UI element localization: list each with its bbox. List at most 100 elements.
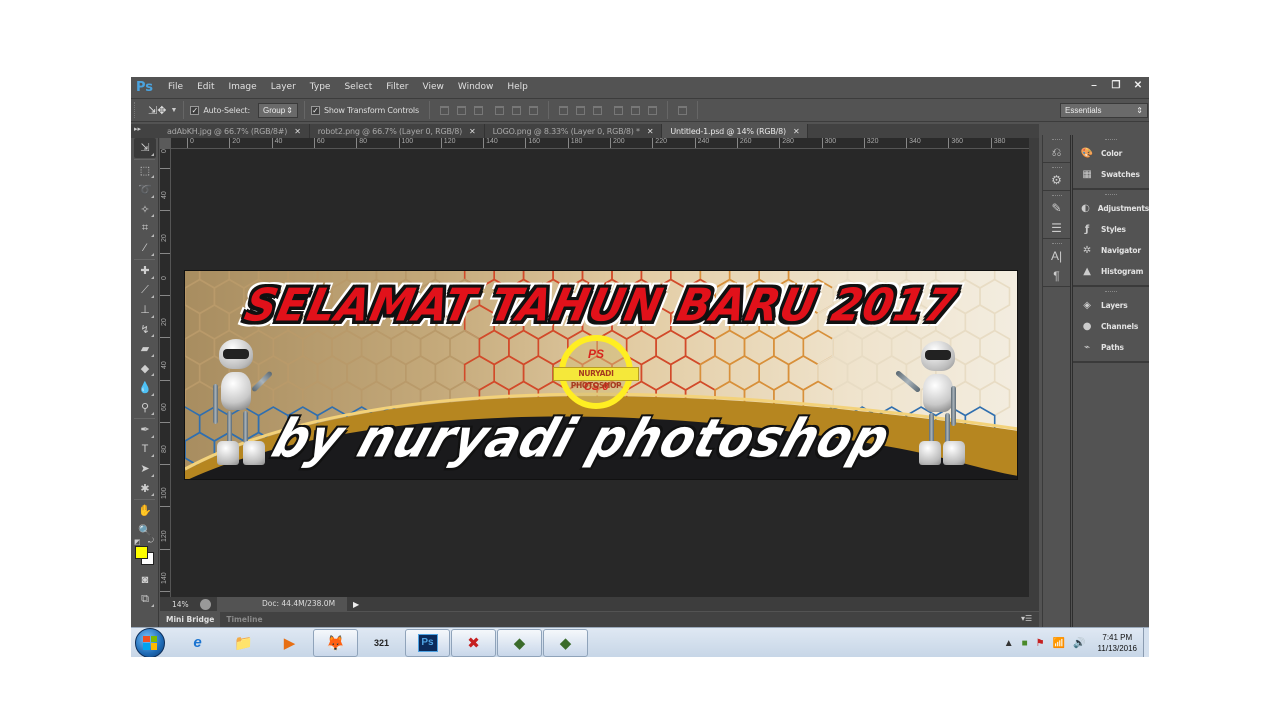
auto-align-layers-icon[interactable] <box>677 105 687 115</box>
close-icon[interactable]: ✕ <box>294 127 301 136</box>
swap-colors-icon[interactable]: ⤾ <box>148 538 154 546</box>
show-desktop-button[interactable] <box>1143 628 1149 657</box>
magic-wand-tool-icon[interactable]: ✧ <box>134 200 156 220</box>
eyedropper-tool-icon[interactable]: ⁄ <box>134 239 156 259</box>
close-icon[interactable]: ✕ <box>647 127 654 136</box>
close-button[interactable]: ✕ <box>1127 77 1149 93</box>
ruler-origin[interactable] <box>160 138 171 149</box>
history-brush-tool-icon[interactable]: ↯ <box>134 320 156 340</box>
vertical-scrollbar[interactable] <box>1029 138 1039 597</box>
group-grip[interactable] <box>1051 167 1062 168</box>
panel-color[interactable]: 🎨 Color <box>1073 143 1149 164</box>
blur-tool-icon[interactable]: 💧 <box>134 378 156 398</box>
tab-mini-bridge[interactable]: Mini Bridge <box>160 612 221 627</box>
move-tool-icon[interactable]: ⇲ <box>134 138 156 158</box>
tab-untitled-1-psd[interactable]: Untitled-1.psd @ 14% (RGB/8) ✕ <box>662 124 809 138</box>
panel-histogram[interactable]: ▲ Histogram <box>1073 261 1149 282</box>
menu-layer[interactable]: Layer <box>264 82 303 92</box>
align-right-edges-icon[interactable] <box>528 105 538 115</box>
distribute-vertical-centers-icon[interactable] <box>575 105 585 115</box>
canvas-area[interactable]: SELAMAT TAHUN BARU 2017 PS CS 6 NURYADI … <box>171 149 1029 597</box>
quick-mask-icon[interactable]: ◙ <box>134 570 156 590</box>
media-player-icon[interactable]: ▶ <box>267 629 312 657</box>
close-icon[interactable]: ✕ <box>469 127 476 136</box>
align-vertical-centers-icon[interactable] <box>456 105 466 115</box>
auto-select-checkbox[interactable]: ✓ <box>190 105 200 115</box>
status-info-icon[interactable] <box>200 598 211 610</box>
group-grip[interactable] <box>1105 139 1117 140</box>
tab-robot2-png[interactable]: robot2.png @ 66.7% (Layer 0, RGB/8) ✕ <box>309 124 485 138</box>
group-grip[interactable] <box>1051 243 1062 244</box>
group-grip[interactable] <box>1051 195 1062 196</box>
move-tool-icon[interactable]: ⇲✥ <box>148 104 166 117</box>
show-transform-checkbox[interactable]: ✓ <box>310 105 320 115</box>
menu-image[interactable]: Image <box>222 82 264 92</box>
group-grip[interactable] <box>1105 194 1117 195</box>
zoom-level-field[interactable]: 14% <box>160 600 190 609</box>
default-colors-icon[interactable]: ◩ <box>134 538 141 546</box>
panel-navigator[interactable]: ✲ Navigator <box>1073 240 1149 261</box>
menu-help[interactable]: Help <box>500 82 535 92</box>
properties-panel-icon[interactable]: ⚙ <box>1043 170 1070 190</box>
internet-explorer-icon[interactable]: e <box>175 629 220 657</box>
align-left-edges-icon[interactable] <box>494 105 504 115</box>
pen-tool-icon[interactable]: ✒ <box>134 420 156 440</box>
volume-icon[interactable]: 🔊 <box>1073 638 1085 649</box>
eraser-tool-icon[interactable]: ▰ <box>134 339 156 359</box>
custom-shape-tool-icon[interactable]: ✱ <box>134 479 156 499</box>
dodge-tool-icon[interactable]: ⚲ <box>134 398 156 418</box>
panel-menu-icon[interactable]: ▾☰ <box>1021 614 1032 623</box>
marquee-tool-icon[interactable]: ⬚ <box>134 161 156 181</box>
network-icon[interactable]: 📶 <box>1053 638 1065 649</box>
menu-type[interactable]: Type <box>303 82 338 92</box>
menu-select[interactable]: Select <box>337 82 379 92</box>
tab-timeline[interactable]: Timeline <box>220 612 268 627</box>
lasso-tool-icon[interactable]: ➰ <box>134 180 156 200</box>
options-grip[interactable] <box>134 102 138 118</box>
vertical-ruler[interactable]: 0 40 20 0 20 40 60 80 100 120 140 <box>160 149 171 597</box>
foreground-color[interactable] <box>135 546 148 559</box>
healing-brush-tool-icon[interactable]: ✚ <box>134 261 156 281</box>
distribute-bottom-edges-icon[interactable] <box>592 105 602 115</box>
distribute-left-edges-icon[interactable] <box>613 105 623 115</box>
history-panel-icon[interactable]: ⎌ <box>1043 142 1070 162</box>
windows-explorer-icon[interactable]: 📁 <box>221 629 266 657</box>
brush-panel-icon[interactable]: ☰ <box>1043 218 1070 238</box>
menu-view[interactable]: View <box>416 82 451 92</box>
align-horizontal-centers-icon[interactable] <box>511 105 521 115</box>
terminal-app-icon[interactable]: ◆ <box>497 628 542 657</box>
menu-edit[interactable]: Edit <box>190 82 221 92</box>
distribute-top-edges-icon[interactable] <box>558 105 568 115</box>
menu-window[interactable]: Window <box>451 82 501 92</box>
panel-channels[interactable]: ● Channels <box>1073 316 1149 337</box>
panel-paths[interactable]: ⌁ Paths <box>1073 337 1149 358</box>
close-icon[interactable]: ✕ <box>793 127 800 136</box>
tab-logo-png[interactable]: LOGO.png @ 8.33% (Layer 0, RGB/8) * ✕ <box>484 124 663 138</box>
distribute-horizontal-centers-icon[interactable] <box>630 105 640 115</box>
panel-styles[interactable]: ƒ Styles <box>1073 219 1149 240</box>
paragraph-panel-icon[interactable]: ¶ <box>1043 266 1070 286</box>
start-button[interactable] <box>135 627 165 657</box>
hand-tool-icon[interactable]: ✋ <box>134 501 156 521</box>
brush-presets-panel-icon[interactable]: ✎ <box>1043 198 1070 218</box>
distribute-right-edges-icon[interactable] <box>647 105 657 115</box>
crop-tool-icon[interactable]: ⌗ <box>134 219 156 239</box>
brush-tool-icon[interactable]: ⟋ <box>134 281 156 301</box>
banner-image[interactable]: SELAMAT TAHUN BARU 2017 PS CS 6 NURYADI … <box>184 270 1018 480</box>
restore-button[interactable]: ❐ <box>1105 77 1127 93</box>
panel-adjustments[interactable]: ◐ Adjustments <box>1073 198 1149 219</box>
workspace-select[interactable]: Essentials ⇕ <box>1060 103 1148 118</box>
group-grip[interactable] <box>1051 139 1062 140</box>
menu-filter[interactable]: Filter <box>379 82 415 92</box>
collapse-toolbar-icon[interactable]: ▸▸ <box>131 124 159 138</box>
screen-mode-icon[interactable]: ⧉ <box>134 590 156 610</box>
panel-layers[interactable]: ◈ Layers <box>1073 295 1149 316</box>
show-hidden-icons-icon[interactable]: ▲ <box>1004 638 1014 649</box>
align-top-edges-icon[interactable] <box>439 105 449 115</box>
clock[interactable]: 7:41 PM 11/13/2016 <box>1098 632 1137 654</box>
group-grip[interactable] <box>1105 291 1117 292</box>
horizontal-ruler[interactable]: 0 20 40 60 80 100 120 140 160 180 200 220 240 260 280 3… <box>171 138 1029 149</box>
media-player-classic-icon[interactable]: 321 <box>359 629 404 657</box>
pdf-tool-icon[interactable]: ✖ <box>451 628 496 657</box>
type-tool-icon[interactable]: T <box>134 440 156 460</box>
